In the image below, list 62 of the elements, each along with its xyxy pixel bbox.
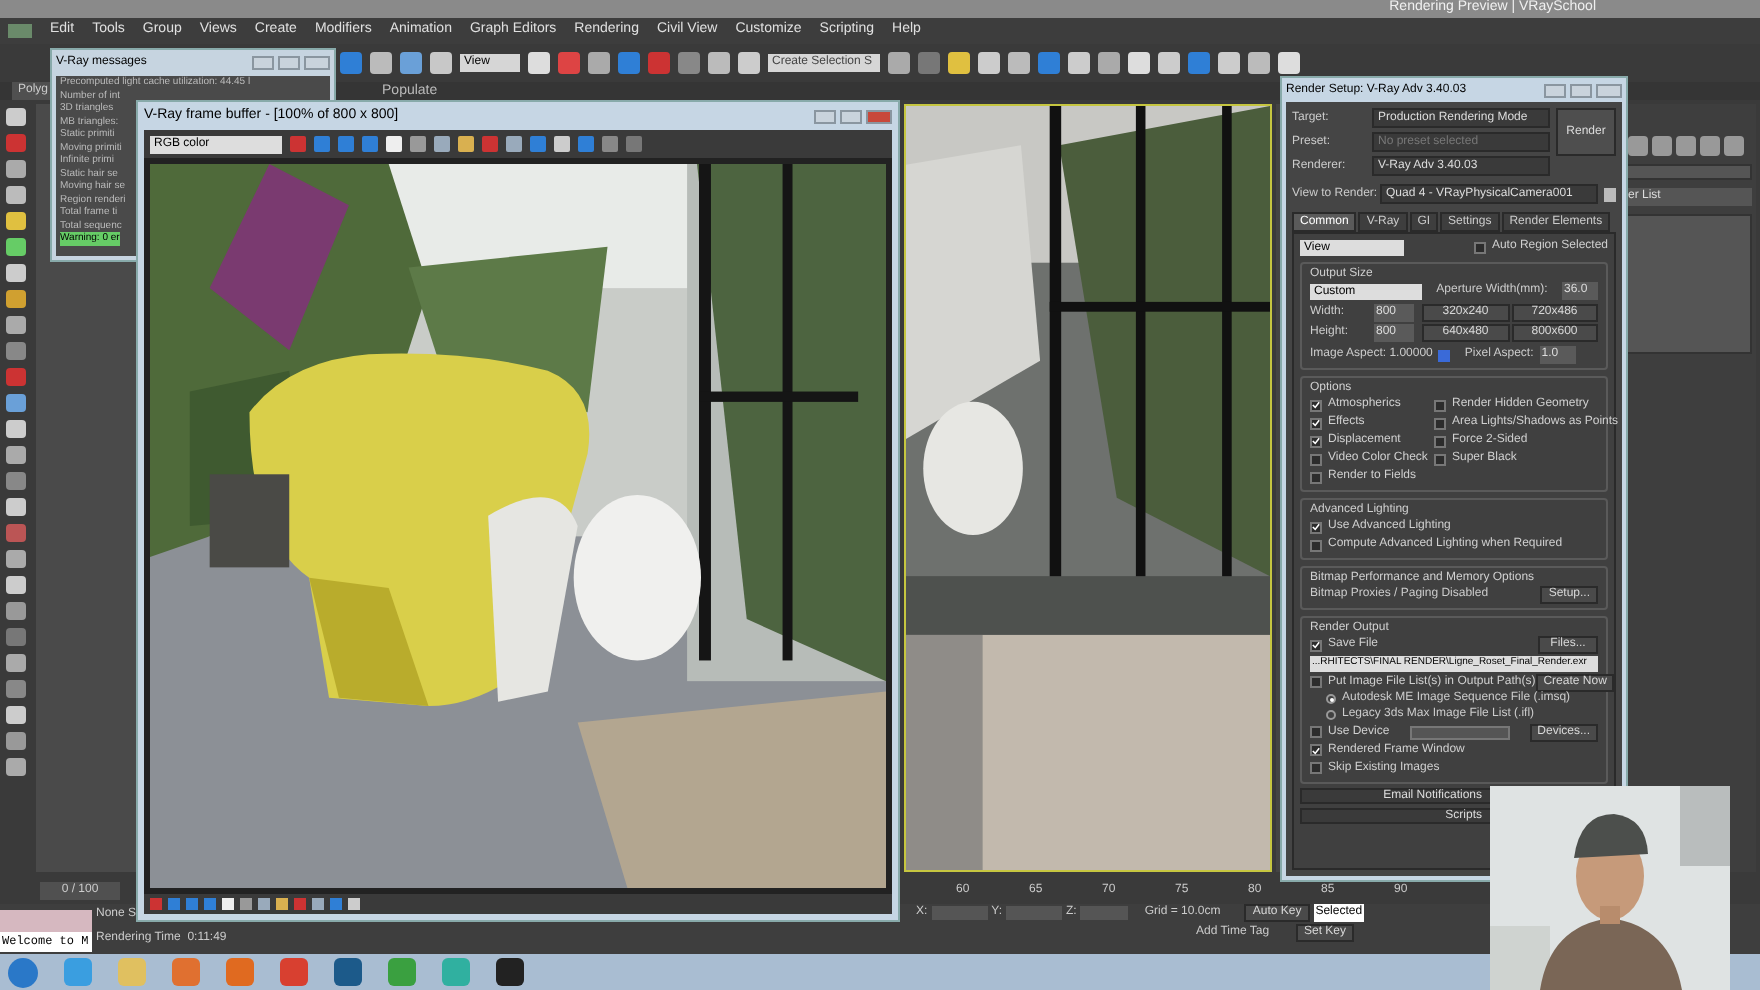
toolbar-icon[interactable]: [948, 52, 970, 74]
checkbox[interactable]: [1434, 453, 1446, 465]
radio-button[interactable]: [1326, 694, 1336, 704]
checkbox[interactable]: [1310, 639, 1322, 651]
checkbox[interactable]: [1434, 435, 1446, 447]
toolbar-icon[interactable]: [618, 52, 640, 74]
device-field[interactable]: [1409, 725, 1510, 739]
taskbar-icon[interactable]: [334, 958, 362, 986]
toolbar-icon[interactable]: [1038, 52, 1060, 74]
checkbox[interactable]: [1310, 744, 1322, 756]
toolbar-icon[interactable]: [528, 52, 550, 74]
maximize-icon[interactable]: [278, 56, 300, 70]
toolbar-icon[interactable]: [1008, 52, 1030, 74]
x-field[interactable]: [931, 906, 988, 920]
checkbox[interactable]: [1473, 241, 1486, 253]
checkbox[interactable]: [1310, 762, 1322, 774]
checkbox[interactable]: [1310, 726, 1322, 738]
toolbar-icon[interactable]: [370, 52, 392, 74]
close-icon[interactable]: [866, 110, 892, 124]
checkbox[interactable]: [1434, 417, 1446, 429]
checkbox[interactable]: [1434, 399, 1446, 411]
close-icon[interactable]: [1596, 84, 1622, 98]
y-field[interactable]: [1006, 906, 1063, 920]
radio-button[interactable]: [1326, 710, 1336, 720]
toolbar-icon[interactable]: [1128, 52, 1150, 74]
toolbar-icon[interactable]: [1098, 52, 1120, 74]
checkbox[interactable]: [1310, 399, 1322, 411]
toolbar-icon[interactable]: [708, 52, 730, 74]
toolbar-icon[interactable]: [678, 52, 700, 74]
toolbar-icon[interactable]: [1248, 52, 1270, 74]
toolbar-icon[interactable]: [558, 52, 580, 74]
checkbox[interactable]: [1310, 471, 1322, 483]
checkbox[interactable]: [1310, 676, 1322, 688]
toolbar-icon[interactable]: [1188, 52, 1210, 74]
toolbar-icon[interactable]: [1278, 52, 1300, 74]
close-icon[interactable]: [304, 56, 330, 70]
z-field[interactable]: [1080, 906, 1129, 920]
toolbar-icon[interactable]: [588, 52, 610, 74]
start-icon[interactable]: [8, 957, 38, 987]
minimize-icon[interactable]: [1544, 84, 1566, 98]
name-field[interactable]: [1624, 164, 1752, 180]
minimize-icon[interactable]: [814, 110, 836, 124]
checkbox[interactable]: [1310, 521, 1322, 533]
toolbar-icon[interactable]: [888, 52, 910, 74]
toolbar-icon[interactable]: [1068, 52, 1090, 74]
taskbar-icon[interactable]: [496, 958, 524, 986]
toolbar-icon[interactable]: [400, 52, 422, 74]
toolbar-icon[interactable]: [918, 52, 940, 74]
toolbar-icon[interactable]: [648, 52, 670, 74]
toolbar-icon[interactable]: [430, 52, 452, 74]
checkbox[interactable]: [1310, 417, 1322, 429]
checkbox[interactable]: [1310, 435, 1322, 447]
maximize-icon[interactable]: [840, 110, 862, 124]
toolbar-icon[interactable]: [1158, 52, 1180, 74]
toolbar-icon[interactable]: [738, 52, 760, 74]
toolbar-icon[interactable]: [978, 52, 1000, 74]
checkbox[interactable]: [1310, 539, 1322, 551]
toolbar-icon[interactable]: [340, 52, 362, 74]
minimize-icon[interactable]: [252, 56, 274, 70]
checkbox[interactable]: [1310, 453, 1322, 465]
toolbar-icon[interactable]: [1218, 52, 1240, 74]
maximize-icon[interactable]: [1570, 84, 1592, 98]
